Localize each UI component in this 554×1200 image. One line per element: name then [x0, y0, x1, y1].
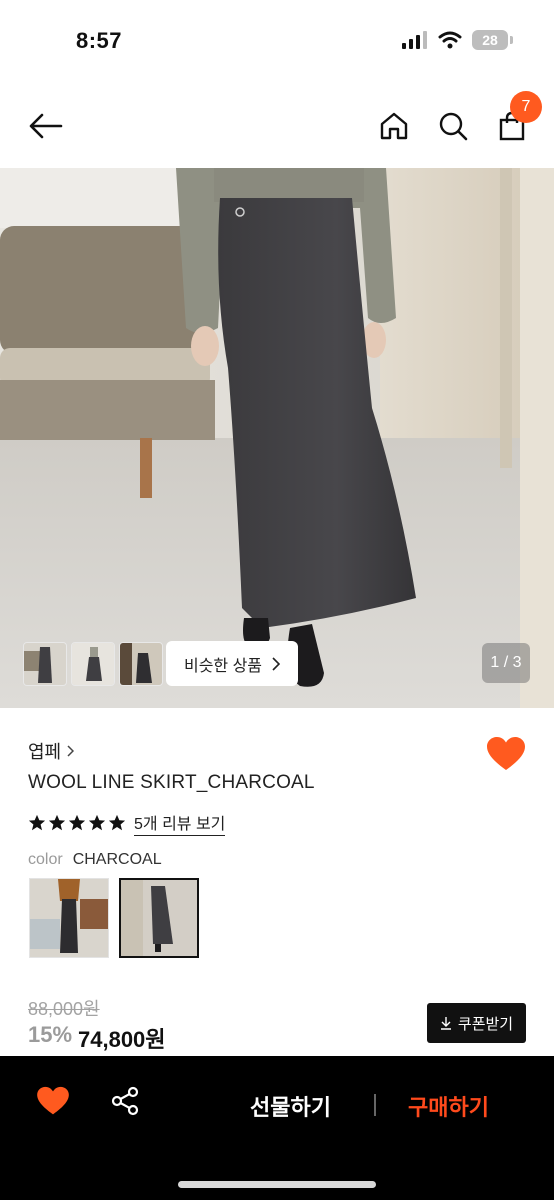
gallery-thumbnail-1[interactable] [23, 642, 67, 686]
product-photo [0, 168, 554, 708]
app-header [0, 84, 554, 168]
share-icon [111, 1086, 139, 1116]
home-indicator [178, 1181, 376, 1188]
heart-icon [487, 737, 525, 770]
buy-button[interactable]: 구매하기 [408, 1090, 489, 1122]
star-icon [68, 814, 86, 831]
star-icon [108, 814, 126, 831]
search-button[interactable] [433, 106, 473, 146]
swatch-image [30, 879, 108, 957]
brand-link[interactable]: 엽페 [28, 738, 75, 764]
bar-divider [374, 1094, 376, 1116]
option-value: CHARCOAL [72, 851, 162, 868]
gift-button[interactable]: 선물하기 [250, 1090, 331, 1122]
status-bar: 8:57 28 [0, 0, 554, 84]
color-swatch-1[interactable] [29, 878, 109, 958]
heart-icon [37, 1086, 69, 1115]
color-option-row: color CHARCOAL [28, 851, 162, 869]
wifi-icon [438, 31, 462, 49]
bottom-wishlist-button[interactable] [36, 1086, 72, 1118]
thumbnail-image [24, 643, 66, 685]
back-arrow-icon [29, 113, 63, 139]
home-button[interactable] [374, 106, 414, 146]
status-time: 8:57 [76, 28, 123, 53]
home-icon [380, 112, 408, 140]
rating-row: 5개 리뷰 보기 [28, 810, 226, 836]
coupon-label: 쿠폰받기 [457, 1015, 514, 1033]
chevron-right-icon [67, 745, 75, 757]
battery-indicator: 28 [472, 30, 513, 50]
option-label: color [28, 851, 63, 868]
brand-name: 엽페 [28, 742, 62, 762]
chevron-right-icon [272, 656, 281, 671]
thumbnail-image [72, 643, 114, 685]
star-icon [88, 814, 106, 831]
wishlist-button[interactable] [486, 736, 526, 772]
star-rating [28, 814, 126, 832]
star-icon [48, 814, 66, 831]
status-icons: 28 [402, 30, 513, 50]
sale-price: 74,800원 [78, 1027, 166, 1052]
product-name: WOOL LINE SKIRT_CHARCOAL [28, 772, 315, 793]
cart-count-badge: 7 [510, 91, 542, 123]
signal-icon [402, 31, 427, 49]
review-link[interactable]: 5개 리뷰 보기 [134, 810, 226, 836]
back-button[interactable] [26, 108, 66, 144]
color-swatch-2-selected[interactable] [119, 878, 199, 958]
product-image-gallery[interactable]: 비슷한 상품 1 / 3 [0, 168, 554, 708]
discount-rate: 15% [28, 1022, 73, 1047]
similar-products-label: 비슷한 상품 [183, 657, 263, 675]
search-icon [439, 112, 468, 141]
gallery-thumbnail-2[interactable] [71, 642, 115, 686]
swatch-image [121, 880, 197, 956]
coupon-button[interactable]: 쿠폰받기 [427, 1003, 526, 1043]
share-button[interactable] [110, 1086, 142, 1118]
bottom-action-bar: 선물하기 구매하기 [0, 1056, 554, 1200]
download-icon [440, 1017, 451, 1030]
star-icon [28, 814, 46, 831]
battery-level: 28 [482, 32, 498, 48]
original-price: 88,000원 [28, 999, 100, 1019]
image-page-indicator: 1 / 3 [482, 643, 530, 683]
similar-products-button[interactable]: 비슷한 상품 [166, 641, 298, 686]
gallery-thumbnail-3[interactable] [119, 642, 163, 686]
thumbnail-image [120, 643, 162, 685]
